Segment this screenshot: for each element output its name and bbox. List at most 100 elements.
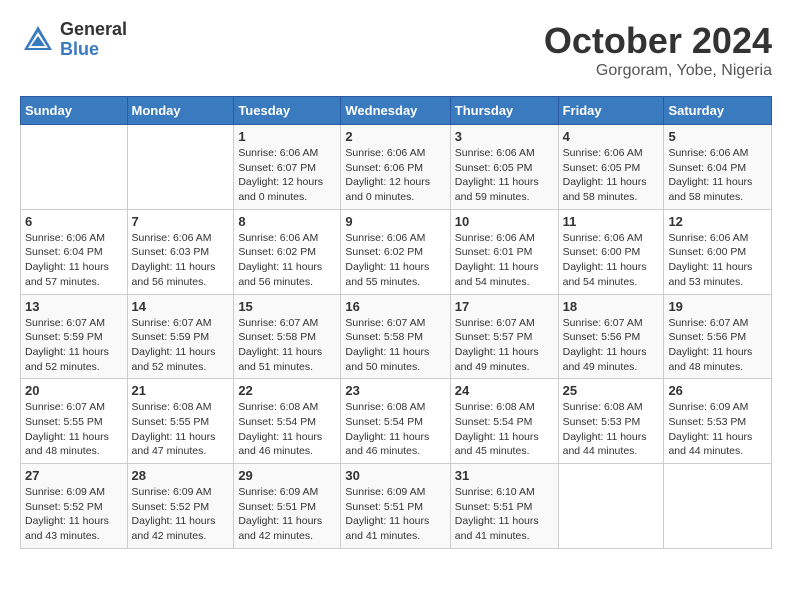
calendar-cell: 12 Sunrise: 6:06 AMSunset: 6:00 PMDayligh… [664, 209, 772, 294]
day-info: Sunrise: 6:07 AMSunset: 5:55 PMDaylight:… [25, 400, 123, 459]
day-number: 20 [25, 383, 123, 398]
week-row-1: 1 Sunrise: 6:06 AMSunset: 6:07 PMDaylight… [21, 125, 772, 210]
calendar-cell: 31 Sunrise: 6:10 AMSunset: 5:51 PMDayligh… [450, 464, 558, 549]
calendar-cell: 25Sunrise: 6:08 AMSunset: 5:53 PMDayligh… [558, 379, 664, 464]
calendar-cell: 2 Sunrise: 6:06 AMSunset: 6:06 PMDaylight… [341, 125, 450, 210]
location: Gorgoram, Yobe, Nigeria [544, 62, 772, 80]
weekday-header-monday: Monday [127, 97, 234, 125]
day-info: Sunrise: 6:09 AMSunset: 5:51 PMDaylight:… [345, 485, 445, 544]
day-number: 17 [455, 299, 554, 314]
weekday-header-saturday: Saturday [664, 97, 772, 125]
day-info: Sunrise: 6:06 AMSunset: 6:06 PMDaylight:… [345, 146, 445, 205]
page-header: General Blue October 2024 Gorgoram, Yobe… [20, 20, 772, 80]
calendar-cell: 8 Sunrise: 6:06 AMSunset: 6:02 PMDaylight… [234, 209, 341, 294]
day-number: 3 [455, 129, 554, 144]
calendar-cell [21, 125, 128, 210]
logo: General Blue [20, 20, 127, 60]
day-number: 12 [668, 214, 767, 229]
day-number: 30 [345, 468, 445, 483]
day-info: Sunrise: 6:06 AMSunset: 6:02 PMDaylight:… [345, 231, 445, 290]
calendar-cell: 15 Sunrise: 6:07 AMSunset: 5:58 PMDayligh… [234, 294, 341, 379]
logo-general-text: General [60, 20, 127, 40]
day-info: Sunrise: 6:06 AMSunset: 6:02 PMDaylight:… [238, 231, 336, 290]
day-info: Sunrise: 6:07 AMSunset: 5:56 PMDaylight:… [668, 316, 767, 375]
day-info: Sunrise: 6:07 AMSunset: 5:56 PMDaylight:… [563, 316, 660, 375]
calendar-cell: 30 Sunrise: 6:09 AMSunset: 5:51 PMDayligh… [341, 464, 450, 549]
calendar-cell [127, 125, 234, 210]
week-row-2: 6 Sunrise: 6:06 AMSunset: 6:04 PMDaylight… [21, 209, 772, 294]
calendar-cell: 22 Sunrise: 6:08 AMSunset: 5:54 PMDayligh… [234, 379, 341, 464]
calendar-cell: 28Sunrise: 6:09 AMSunset: 5:52 PMDayligh… [127, 464, 234, 549]
day-info: Sunrise: 6:06 AMSunset: 6:05 PMDaylight:… [455, 146, 554, 205]
day-number: 19 [668, 299, 767, 314]
calendar-cell [558, 464, 664, 549]
day-number: 5 [668, 129, 767, 144]
month-title: October 2024 [544, 20, 772, 62]
day-number: 1 [238, 129, 336, 144]
day-info: Sunrise: 6:06 AMSunset: 6:00 PMDaylight:… [668, 231, 767, 290]
calendar-cell: 23Sunrise: 6:08 AMSunset: 5:54 PMDayligh… [341, 379, 450, 464]
calendar-cell: 18 Sunrise: 6:07 AMSunset: 5:56 PMDayligh… [558, 294, 664, 379]
calendar-cell: 29Sunrise: 6:09 AMSunset: 5:51 PMDayligh… [234, 464, 341, 549]
calendar-cell: 14Sunrise: 6:07 AMSunset: 5:59 PMDayligh… [127, 294, 234, 379]
day-number: 22 [238, 383, 336, 398]
day-number: 15 [238, 299, 336, 314]
day-info: Sunrise: 6:08 AMSunset: 5:54 PMDaylight:… [345, 400, 445, 459]
day-info: Sunrise: 6:07 AMSunset: 5:57 PMDaylight:… [455, 316, 554, 375]
calendar-cell: 24Sunrise: 6:08 AMSunset: 5:54 PMDayligh… [450, 379, 558, 464]
calendar-cell: 6 Sunrise: 6:06 AMSunset: 6:04 PMDaylight… [21, 209, 128, 294]
day-number: 11 [563, 214, 660, 229]
calendar-cell: 27 Sunrise: 6:09 AMSunset: 5:52 PMDayligh… [21, 464, 128, 549]
day-number: 31 [455, 468, 554, 483]
week-row-4: 20 Sunrise: 6:07 AMSunset: 5:55 PMDayligh… [21, 379, 772, 464]
day-info: Sunrise: 6:10 AMSunset: 5:51 PMDaylight:… [455, 485, 554, 544]
weekday-header-thursday: Thursday [450, 97, 558, 125]
day-number: 27 [25, 468, 123, 483]
title-block: October 2024 Gorgoram, Yobe, Nigeria [544, 20, 772, 80]
calendar-cell [664, 464, 772, 549]
weekday-header-sunday: Sunday [21, 97, 128, 125]
weekday-header-tuesday: Tuesday [234, 97, 341, 125]
calendar-cell: 3 Sunrise: 6:06 AMSunset: 6:05 PMDaylight… [450, 125, 558, 210]
day-number: 7 [132, 214, 230, 229]
calendar-cell: 1 Sunrise: 6:06 AMSunset: 6:07 PMDaylight… [234, 125, 341, 210]
calendar-cell: 20 Sunrise: 6:07 AMSunset: 5:55 PMDayligh… [21, 379, 128, 464]
day-info: Sunrise: 6:06 AMSunset: 6:07 PMDaylight:… [238, 146, 336, 205]
calendar-cell: 7 Sunrise: 6:06 AMSunset: 6:03 PMDaylight… [127, 209, 234, 294]
day-number: 8 [238, 214, 336, 229]
day-number: 2 [345, 129, 445, 144]
week-row-5: 27 Sunrise: 6:09 AMSunset: 5:52 PMDayligh… [21, 464, 772, 549]
day-info: Sunrise: 6:06 AMSunset: 6:04 PMDaylight:… [668, 146, 767, 205]
day-number: 9 [345, 214, 445, 229]
day-number: 29 [238, 468, 336, 483]
calendar-cell: 9 Sunrise: 6:06 AMSunset: 6:02 PMDaylight… [341, 209, 450, 294]
day-info: Sunrise: 6:06 AMSunset: 6:04 PMDaylight:… [25, 231, 123, 290]
weekday-header-wednesday: Wednesday [341, 97, 450, 125]
day-number: 6 [25, 214, 123, 229]
day-info: Sunrise: 6:09 AMSunset: 5:52 PMDaylight:… [25, 485, 123, 544]
weekday-header-friday: Friday [558, 97, 664, 125]
week-row-3: 13 Sunrise: 6:07 AMSunset: 5:59 PMDayligh… [21, 294, 772, 379]
calendar-cell: 5 Sunrise: 6:06 AMSunset: 6:04 PMDaylight… [664, 125, 772, 210]
day-number: 13 [25, 299, 123, 314]
day-info: Sunrise: 6:08 AMSunset: 5:54 PMDaylight:… [238, 400, 336, 459]
day-info: Sunrise: 6:06 AMSunset: 6:05 PMDaylight:… [563, 146, 660, 205]
calendar-cell: 26Sunrise: 6:09 AMSunset: 5:53 PMDayligh… [664, 379, 772, 464]
calendar-cell: 16Sunrise: 6:07 AMSunset: 5:58 PMDayligh… [341, 294, 450, 379]
day-info: Sunrise: 6:06 AMSunset: 6:01 PMDaylight:… [455, 231, 554, 290]
calendar-table: SundayMondayTuesdayWednesdayThursdayFrid… [20, 96, 772, 549]
day-number: 26 [668, 383, 767, 398]
day-number: 18 [563, 299, 660, 314]
day-number: 25 [563, 383, 660, 398]
day-info: Sunrise: 6:08 AMSunset: 5:54 PMDaylight:… [455, 400, 554, 459]
calendar-cell: 21 Sunrise: 6:08 AMSunset: 5:55 PMDayligh… [127, 379, 234, 464]
day-number: 21 [132, 383, 230, 398]
day-info: Sunrise: 6:08 AMSunset: 5:55 PMDaylight:… [132, 400, 230, 459]
logo-blue-text: Blue [60, 40, 127, 60]
calendar-cell: 10Sunrise: 6:06 AMSunset: 6:01 PMDayligh… [450, 209, 558, 294]
calendar-cell: 13 Sunrise: 6:07 AMSunset: 5:59 PMDayligh… [21, 294, 128, 379]
day-number: 28 [132, 468, 230, 483]
day-info: Sunrise: 6:07 AMSunset: 5:59 PMDaylight:… [25, 316, 123, 375]
day-info: Sunrise: 6:06 AMSunset: 6:03 PMDaylight:… [132, 231, 230, 290]
day-info: Sunrise: 6:07 AMSunset: 5:58 PMDaylight:… [238, 316, 336, 375]
